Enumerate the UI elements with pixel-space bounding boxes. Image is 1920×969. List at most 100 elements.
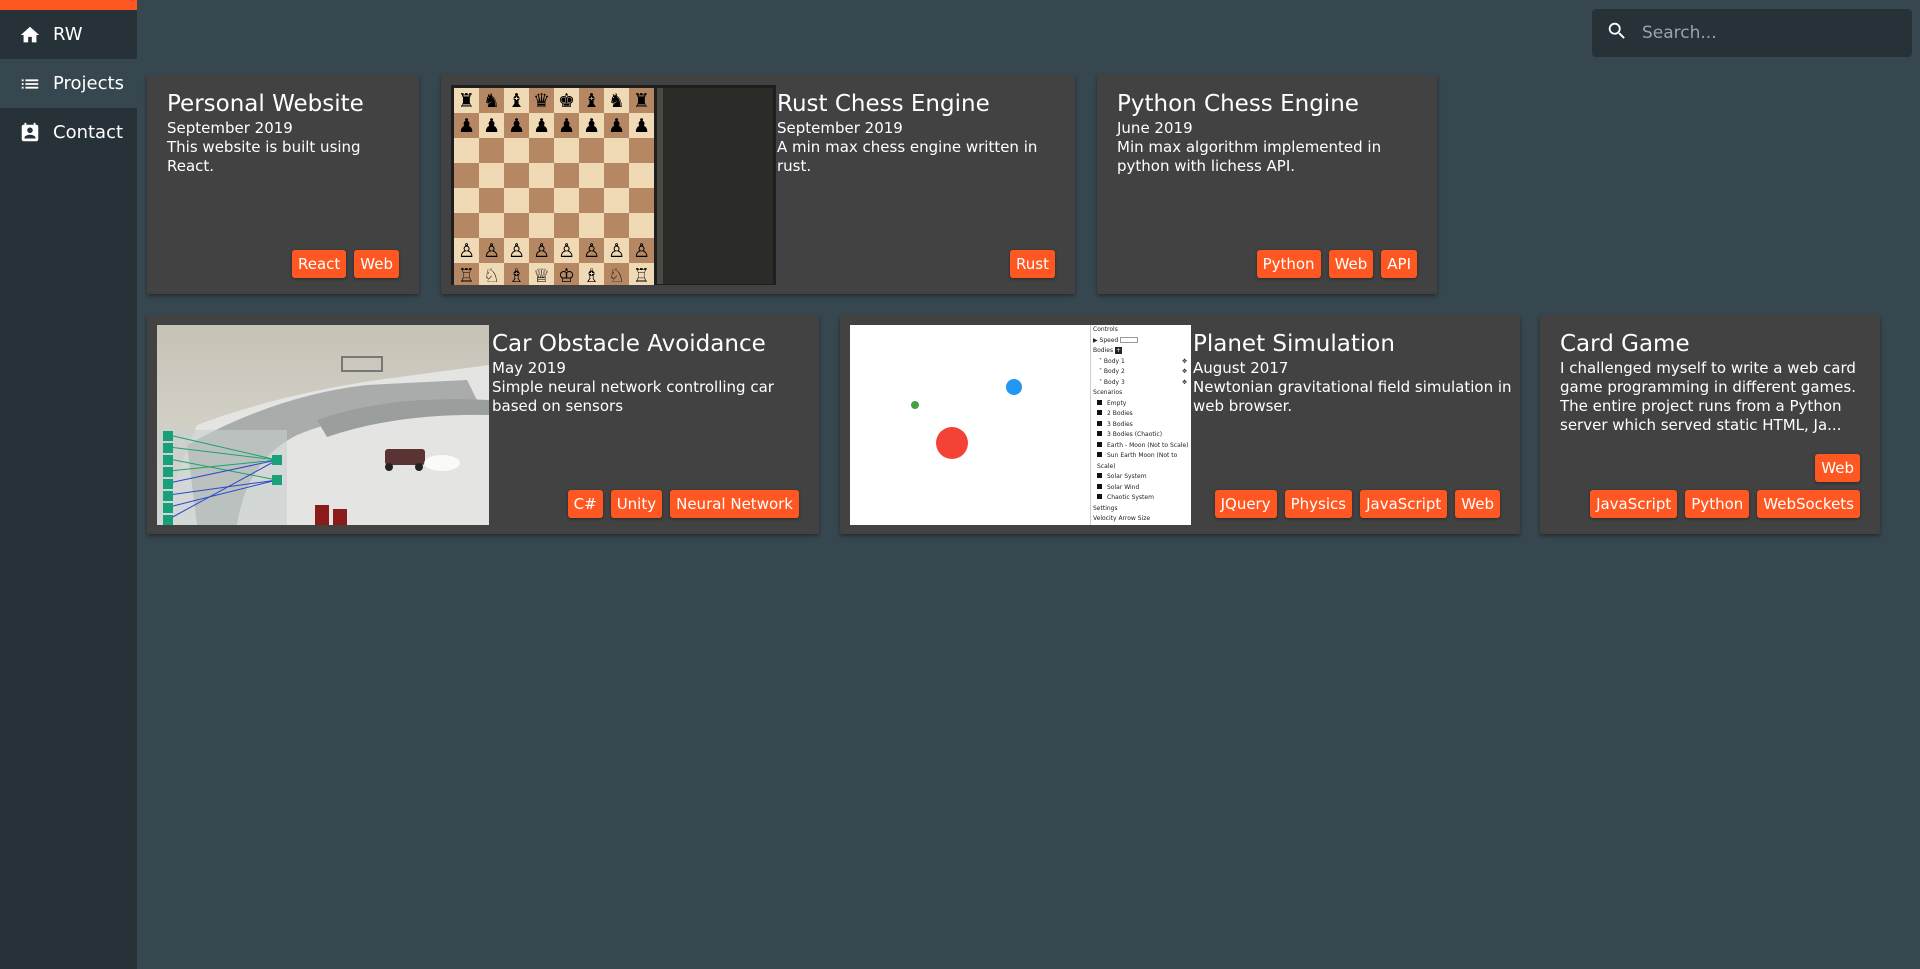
scenario-list: Empty 2 Bodies 3 Bodies 3 Bodies (Chaotic) E… [1093, 399, 1191, 504]
scenario-label: 2 Bodies [1107, 410, 1133, 417]
project-date: June 2019 [1117, 119, 1193, 137]
chess-square [454, 213, 479, 238]
tag-websockets[interactable]: WebSockets [1757, 490, 1860, 518]
body-list-item[interactable]: ˅ Body 1 ✥ [1093, 357, 1191, 368]
bodies-label: Bodies [1093, 347, 1114, 354]
chess-piece: ♞ [483, 90, 500, 112]
scenario-item[interactable]: Solar System [1093, 472, 1191, 483]
chess-square [554, 163, 579, 188]
scenario-button[interactable] [1097, 431, 1102, 436]
search-input[interactable] [1642, 23, 1902, 43]
chess-piece: ♙ [483, 240, 500, 262]
tag-csharp[interactable]: C# [567, 490, 603, 518]
scenario-item[interactable]: Empty [1093, 399, 1191, 410]
chess-piece: ♟ [608, 115, 625, 137]
scenario-item[interactable]: Chaotic System [1093, 493, 1191, 504]
scenario-button[interactable] [1097, 420, 1102, 426]
tag-python[interactable]: Python [1685, 490, 1750, 518]
tag-web[interactable]: Web [1815, 454, 1860, 482]
tag-javascript[interactable]: JavaScript [1360, 490, 1448, 518]
scenario-button[interactable] [1097, 473, 1102, 478]
scenario-button[interactable] [1097, 441, 1102, 447]
scenario-item[interactable]: Earth - Moon (Not to Scale) [1093, 441, 1191, 452]
sidebar: RW Projects Contact [0, 0, 137, 969]
tag-list: Python Web API [1256, 250, 1417, 278]
project-card-planet-simulation[interactable]: Controls ▶ Speed Bodies + ˅ Body 1 ✥ ˅ Bo… [840, 315, 1520, 534]
scenario-item[interactable]: 3 Bodies [1093, 420, 1191, 431]
list-icon [18, 72, 42, 96]
chess-square [629, 138, 654, 163]
tag-web[interactable]: Web [1328, 250, 1374, 278]
chess-square [529, 188, 554, 213]
project-card-rust-chess-engine[interactable]: ♜ ♞ ♝ ♛ ♚ ♝ ♞ ♜ ♟ ♟ ♟ ♟ ♟ ♟ ♟ ♟ ♙ ♙ ♙ ♙ ♙ ♙ ♙ ♙ ♖ ♘ ♗ ♕ ♔ ♗ ♘ ♖ Rust Ch… [441, 75, 1075, 294]
car-simulation-image [157, 325, 489, 525]
speed-input[interactable] [1120, 337, 1139, 343]
chess-piece: ♙ [583, 240, 600, 262]
project-description: This website is built using React. [167, 138, 361, 175]
project-card-python-chess-engine[interactable]: Python Chess Engine June 2019 Min max al… [1097, 75, 1437, 294]
chess-square [479, 188, 504, 213]
add-body-button[interactable]: + [1115, 347, 1123, 354]
home-icon [18, 23, 42, 47]
scenario-item[interactable]: 2 Bodies [1093, 409, 1191, 420]
move-icon[interactable]: ✥ [1182, 367, 1187, 378]
scenario-button[interactable] [1097, 452, 1102, 457]
chess-square [504, 188, 529, 213]
body-list-item[interactable]: ˅ Body 3 ✥ [1093, 378, 1191, 389]
scenario-item[interactable]: Solar Wind [1093, 483, 1191, 494]
chess-piece: ♟ [558, 115, 575, 137]
chess-square [529, 138, 554, 163]
chess-square [579, 213, 604, 238]
chess-square [554, 213, 579, 238]
scenario-button[interactable] [1097, 494, 1102, 499]
chess-piece: ♗ [583, 265, 600, 285]
chess-square [454, 138, 479, 163]
speed-row[interactable]: ▶ Speed [1093, 336, 1191, 347]
project-card-car-obstacle-avoidance[interactable]: Car Obstacle Avoidance May 2019 Simple n… [147, 315, 819, 534]
chess-piece: ♘ [608, 265, 625, 285]
tag-rust[interactable]: Rust [1010, 250, 1055, 278]
tag-physics[interactable]: Physics [1284, 490, 1353, 518]
body-list-item[interactable]: ˅ Body 2 ✥ [1093, 367, 1191, 378]
tag-javascript[interactable]: JavaScript [1590, 490, 1678, 518]
scenario-button[interactable] [1097, 410, 1102, 415]
tag-list-row-2: JavaScript Python WebSockets [1590, 490, 1860, 518]
search-icon [1606, 20, 1628, 46]
project-card-card-game[interactable]: Card Game I challenged myself to write a… [1540, 315, 1880, 534]
scenario-label: Sun Earth Moon (Not to Scale) [1097, 452, 1178, 470]
sidebar-item-projects[interactable]: Projects [0, 59, 137, 108]
scenarios-heading: Scenarios [1093, 389, 1123, 396]
search-bar[interactable] [1592, 9, 1912, 57]
project-card-personal-website[interactable]: Personal Website September 2019 This web… [147, 75, 419, 294]
scenario-button[interactable] [1097, 483, 1102, 489]
move-icon[interactable]: ✥ [1182, 357, 1187, 368]
tag-neural-network[interactable]: Neural Network [670, 490, 799, 518]
move-icon[interactable]: ✥ [1182, 378, 1187, 389]
chess-piece: ♙ [608, 240, 625, 262]
tag-api[interactable]: API [1381, 250, 1417, 278]
tag-jquery[interactable]: JQuery [1214, 490, 1277, 518]
chess-square [529, 163, 554, 188]
tag-web[interactable]: Web [1455, 490, 1500, 518]
chess-piece: ♖ [633, 265, 650, 285]
scenario-item[interactable]: 3 Bodies (Chaotic) [1093, 430, 1191, 441]
tag-react[interactable]: React [291, 250, 347, 278]
tag-web[interactable]: Web [354, 250, 399, 278]
scenario-button[interactable] [1097, 399, 1102, 405]
tag-python[interactable]: Python [1256, 250, 1321, 278]
planet-simulation-canvas [911, 379, 1022, 459]
chess-square [529, 213, 554, 238]
sidebar-item-label: RW [53, 24, 83, 45]
scenario-item[interactable]: Sun Earth Moon (Not to Scale) [1093, 451, 1191, 472]
chess-piece: ♟ [533, 115, 550, 137]
chess-piece: ♜ [633, 90, 650, 112]
chess-square [629, 188, 654, 213]
sidebar-item-contact[interactable]: Contact [0, 108, 137, 157]
sidebar-item-home[interactable]: RW [0, 10, 137, 59]
chess-piece: ♚ [558, 90, 575, 112]
tag-unity[interactable]: Unity [610, 490, 663, 518]
project-title: Rust Chess Engine [777, 91, 990, 117]
project-date: September 2019 [777, 119, 903, 137]
scenario-label: 3 Bodies [1107, 420, 1133, 428]
evaluation-bar [657, 88, 663, 284]
